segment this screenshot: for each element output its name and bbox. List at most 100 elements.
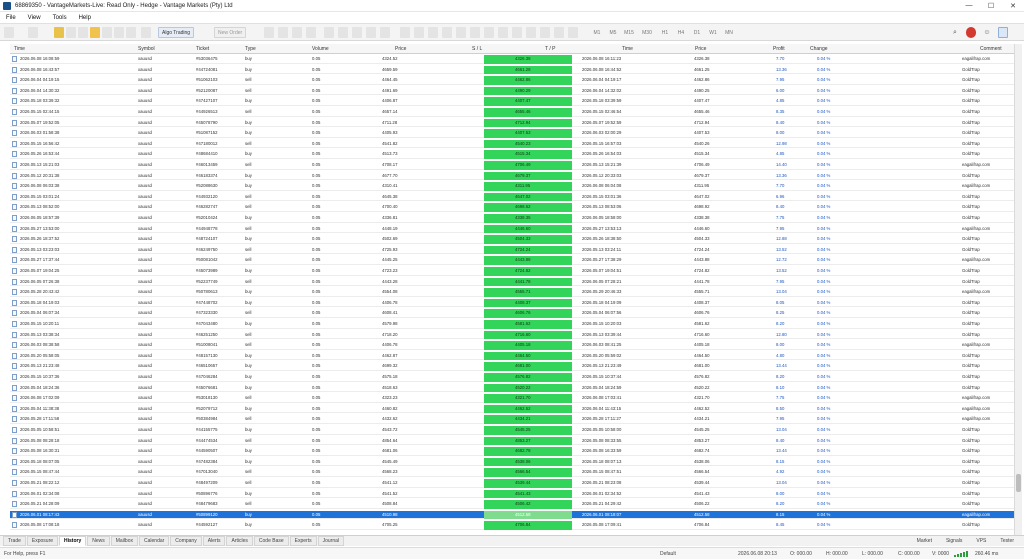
navigator-icon[interactable] xyxy=(66,27,76,38)
table-row[interactable]: 4682.78 2026.05.08 16:30:31 xauusd #4459050… xyxy=(10,447,1014,456)
col-symbol[interactable]: Symbol xyxy=(138,46,155,52)
table-row[interactable]: 4655.46 2026.05.15 02:44:15 xauusd #4492651… xyxy=(10,108,1014,117)
table-row[interactable]: 4706.49 2026.05.13 15:21:03 xauusd #4601345… xyxy=(10,161,1014,170)
table-row[interactable]: 4446.60 2026.05.27 13:53:00 xauusd #4494877… xyxy=(10,224,1014,234)
lock-icon[interactable] xyxy=(90,27,100,38)
tab-calendar[interactable]: Calendar xyxy=(139,536,170,546)
table-row[interactable]: 4679.37 2026.05.12 20:31:38 xauusd #4618337… xyxy=(10,171,1014,181)
table-row[interactable]: 4506.42 2026.05.21 04:28:09 xauusd #4847968… xyxy=(10,500,1014,509)
timeframe-d1[interactable]: D1 xyxy=(690,27,704,38)
save-icon[interactable] xyxy=(141,27,151,38)
notifications-icon[interactable] xyxy=(966,27,976,38)
search-icon[interactable]: ⌕ xyxy=(950,27,960,38)
table-row[interactable]: 4408.37 2026.05.18 04:19:03 xauusd #4744870… xyxy=(10,298,1014,308)
menu-help[interactable]: Help xyxy=(79,15,91,21)
timeframe-m30[interactable]: M30 xyxy=(640,27,654,38)
table-row[interactable]: 4647.02 2026.05.15 03:01:24 xauusd #4493212… xyxy=(10,192,1014,202)
zoom-in-icon[interactable] xyxy=(324,27,334,38)
table-row[interactable]: 4555.71 2026.05.28 20:43:42 xauusd #5078061… xyxy=(10,288,1014,297)
new-order-button[interactable]: New Order xyxy=(214,27,247,38)
table-row[interactable]: 4434.21 2026.05.28 17:11:58 xauusd #5038498… xyxy=(10,415,1014,424)
chart-shift-icon[interactable] xyxy=(380,27,390,38)
objects-icon[interactable] xyxy=(414,27,424,38)
table-row[interactable]: 4462.86 2026.06.04 04:19:15 xauusd #5106210… xyxy=(10,76,1014,85)
table-row[interactable]: 4464.50 2026.05.20 05:58:05 xauusd #4815713… xyxy=(10,351,1014,361)
market-link[interactable]: Market xyxy=(917,538,932,544)
table-row[interactable]: 4407.47 2026.05.18 03:39:32 xauusd #4742710… xyxy=(10,97,1014,106)
table-row[interactable]: 4541.43 2026.06.01 02:34:08 xauusd #5089677… xyxy=(10,489,1014,499)
table-row[interactable]: 4581.62 2026.05.15 10:20:11 xauusd #4704348… xyxy=(10,320,1014,329)
menu-tools[interactable]: Tools xyxy=(53,15,67,21)
col-price[interactable]: Price xyxy=(395,46,406,52)
autoscroll-icon[interactable] xyxy=(366,27,376,38)
scrollbar-thumb[interactable] xyxy=(1016,474,1021,492)
tab-trade[interactable]: Trade xyxy=(3,536,26,546)
tab-company[interactable]: Company xyxy=(170,536,202,546)
timeframe-m5[interactable]: M5 xyxy=(606,27,620,38)
minimize-button[interactable]: — xyxy=(958,0,980,12)
tab-exposure[interactable]: Exposure xyxy=(26,536,59,546)
col-type[interactable]: Type xyxy=(245,46,256,52)
table-row[interactable]: 4712.94 2026.05.07 19:52:05 xauusd #4507879… xyxy=(10,118,1014,128)
close-button[interactable]: ✕ xyxy=(1002,0,1024,12)
col-close-price[interactable]: Price xyxy=(695,46,706,52)
signals-link[interactable]: Signals xyxy=(946,538,962,544)
table-row[interactable]: 4311.95 2026.06.08 06:03:38 xauusd #5208863… xyxy=(10,182,1014,191)
table-row[interactable]: 4576.82 2026.05.15 10:37:36 xauusd #4704628… xyxy=(10,373,1014,382)
table-row[interactable]: 4724.24 2026.05.13 03:23:03 xauusd #4624975… xyxy=(10,245,1014,255)
table-row[interactable]: 4515.34 2026.05.26 16:53:44 xauusd #4868441… xyxy=(10,150,1014,159)
table-row[interactable]: 4462.52 2026.05.04 11:38:38 xauusd #5207971… xyxy=(10,404,1014,414)
table-row[interactable]: 4539.44 2026.05.21 08:22:12 xauusd #4849720… xyxy=(10,479,1014,488)
candles-icon[interactable] xyxy=(292,27,302,38)
tab-news[interactable]: News xyxy=(87,536,110,546)
col-time[interactable]: Time xyxy=(14,46,25,52)
cursor-icon[interactable] xyxy=(428,27,438,38)
table-row[interactable]: 4706.84 2026.05.08 17:08:18 xauusd #4459212… xyxy=(10,521,1014,530)
col-sl[interactable]: S / L xyxy=(472,46,482,52)
ide-icon[interactable] xyxy=(126,27,136,38)
crosshair-icon[interactable] xyxy=(442,27,452,38)
table-row[interactable]: 4512.58 2026.06.01 08:17:43 xauusd #5089912… xyxy=(10,510,1014,520)
col-volume[interactable]: Volume xyxy=(312,46,329,52)
new-chart-icon[interactable] xyxy=(4,27,14,38)
table-row[interactable]: 4661.28 2026.06.08 16:43:57 xauusd #4472408… xyxy=(10,65,1014,75)
table-row[interactable]: 4405.18 2026.06.03 08:38:58 xauusd #5100804… xyxy=(10,341,1014,350)
chart-arrow-icon[interactable] xyxy=(264,27,274,38)
table-row[interactable]: 4407.53 2026.06.03 01:58:38 xauusd #5108715… xyxy=(10,129,1014,138)
table-row[interactable]: 4326.38 2026.06.08 16:08:59 xauusd #5303647… xyxy=(10,55,1014,64)
text-tool-icon[interactable] xyxy=(526,27,536,38)
algo-trading-button[interactable]: Algo Trading xyxy=(158,27,195,38)
period-icon[interactable] xyxy=(568,27,578,38)
tab-alerts[interactable]: Alerts xyxy=(202,536,226,546)
tab-code-base[interactable]: Code Base xyxy=(253,536,289,546)
vps-link[interactable]: VPS xyxy=(976,538,986,544)
horizontal-line-icon[interactable] xyxy=(470,27,480,38)
table-row[interactable]: 4724.82 2026.05.07 19:04:25 xauusd #4507398… xyxy=(10,267,1014,276)
table-row[interactable]: 4698.62 2026.05.13 08:52:00 xauusd #4628274… xyxy=(10,203,1014,212)
menu-view[interactable]: View xyxy=(28,15,41,21)
table-row[interactable]: 4566.54 2026.05.15 08:47:44 xauusd #4701304… xyxy=(10,468,1014,477)
shapes-icon[interactable] xyxy=(540,27,550,38)
table-row[interactable]: 4853.27 2026.05.08 08:28:18 xauusd #4447453… xyxy=(10,436,1014,446)
line-chart-icon[interactable] xyxy=(306,27,316,38)
tab-articles[interactable]: Articles xyxy=(226,536,253,546)
timeframe-m1[interactable]: M1 xyxy=(590,27,604,38)
tab-mailbox[interactable]: Mailbox xyxy=(110,536,138,546)
table-row[interactable]: 4443.88 2026.05.27 17:37:44 xauusd #5008104… xyxy=(10,256,1014,265)
table-row[interactable]: 4538.06 2026.05.18 08:07:05 xauusd #4748238… xyxy=(10,457,1014,467)
vertical-scrollbar[interactable] xyxy=(1014,44,1022,535)
profiles-icon[interactable] xyxy=(28,27,38,38)
trendline-icon[interactable] xyxy=(484,27,494,38)
table-row[interactable]: 4545.25 2026.05.05 10:58:51 xauusd #4415577… xyxy=(10,426,1014,435)
table-row[interactable]: 4716.60 2026.05.13 03:38:34 xauusd #4625125… xyxy=(10,330,1014,340)
vertical-line-icon[interactable] xyxy=(456,27,466,38)
col-tp[interactable]: T / P xyxy=(545,46,555,52)
zoom-out-icon[interactable] xyxy=(338,27,348,38)
menu-file[interactable]: File xyxy=(6,15,16,21)
tester-icon[interactable] xyxy=(114,27,124,38)
tab-experts[interactable]: Experts xyxy=(289,536,317,546)
table-row[interactable]: 4490.29 2026.06.04 14:30:32 xauusd #5212008… xyxy=(10,86,1014,96)
table-row[interactable]: 4681.00 2026.05.13 21:23:48 xauusd #4651065… xyxy=(10,362,1014,371)
arrows-icon[interactable] xyxy=(554,27,564,38)
user-icon[interactable]: ☺ xyxy=(982,27,992,38)
